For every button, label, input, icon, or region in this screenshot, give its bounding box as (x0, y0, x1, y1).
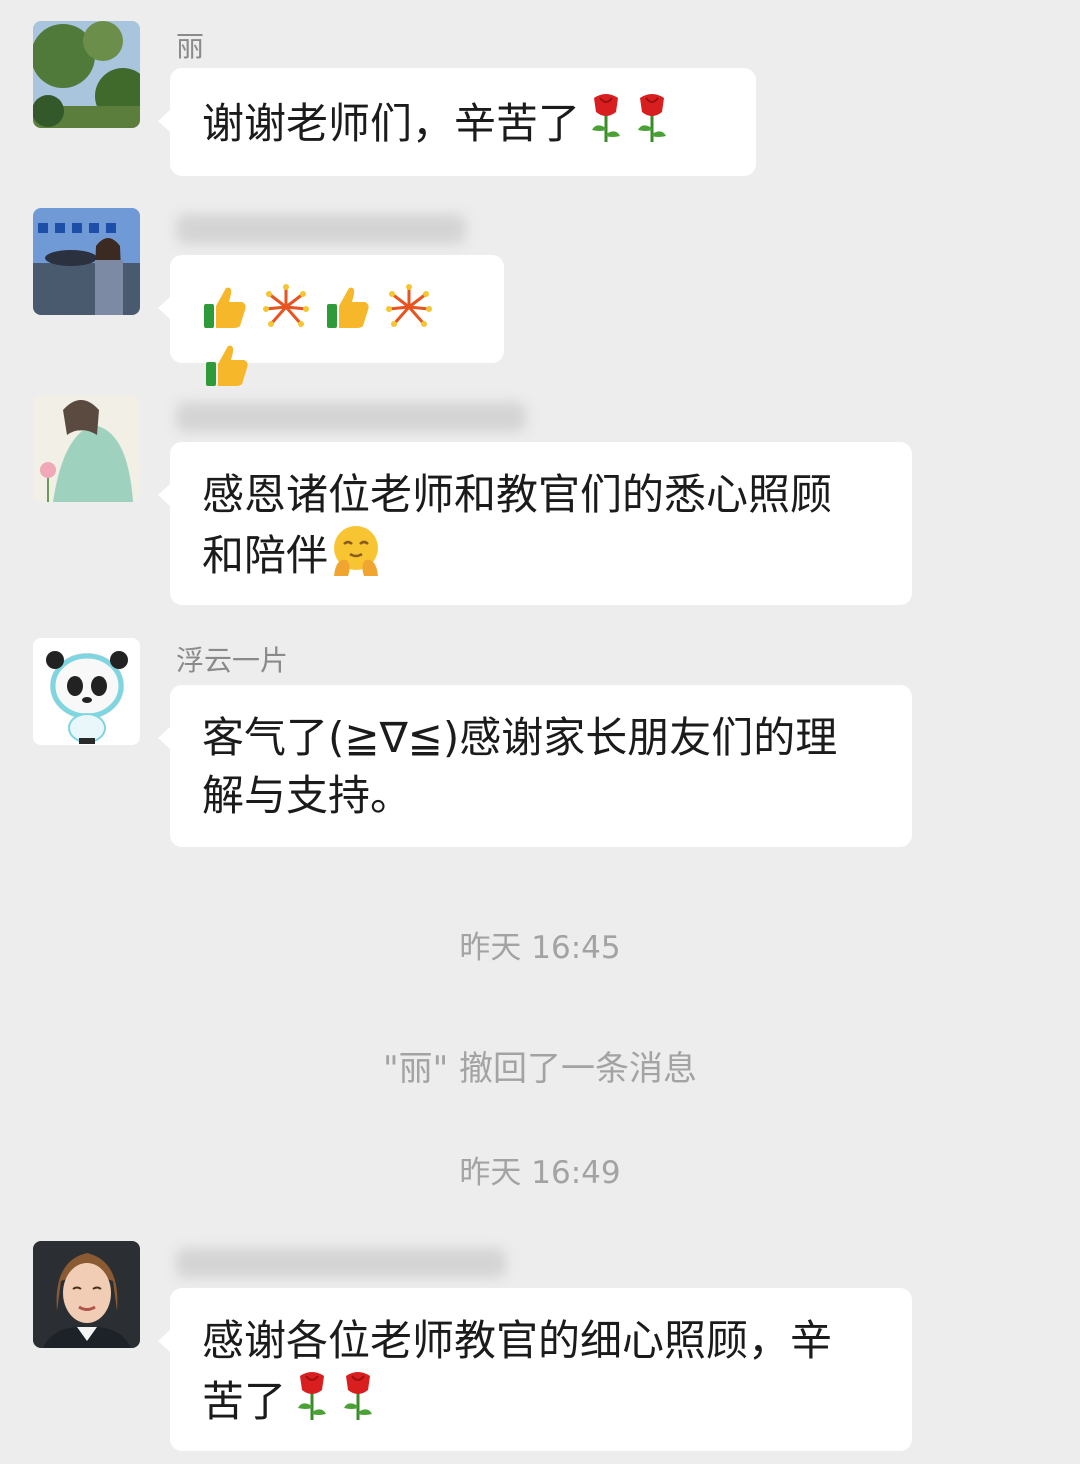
timestamp: 昨天 16:49 (459, 1155, 621, 1191)
message-text: 谢谢老师们，辛苦了 (202, 99, 581, 148)
fireworks-icon (263, 284, 310, 330)
thumbs-up-icon (204, 342, 250, 388)
recall-notice: "丽" 撤回了一条消息 (382, 1049, 698, 1089)
avatar[interactable] (33, 21, 140, 128)
hugging-face-icon (330, 524, 382, 576)
avatar[interactable] (33, 395, 140, 502)
rose-icon (292, 1370, 332, 1422)
message-text-line: 感谢各位老师教官的细心照顾，辛 (202, 1316, 833, 1365)
message-text-line: 和陪伴 (202, 531, 329, 580)
sender-name-blurred (176, 402, 526, 432)
sender-name: 丽 (176, 30, 205, 63)
fireworks-icon (386, 284, 433, 330)
avatar[interactable] (33, 638, 140, 745)
sender-name: 浮云一片 (176, 644, 289, 677)
thumbs-up-icon (325, 284, 371, 330)
message-text-line: 感恩诸位老师和教官们的悉心照顾 (202, 470, 833, 519)
thumbs-up-icon (202, 284, 248, 330)
message-text-line: 客气了(≧∇≦)感谢家长朋友们的理 (202, 713, 838, 762)
timestamp: 昨天 16:45 (459, 930, 621, 966)
message-text-line: 解与支持。 (202, 771, 413, 820)
rose-icon (338, 1370, 378, 1422)
message-bubble[interactable]: 谢谢老师们，辛苦了 (158, 68, 756, 176)
rose-icon (632, 92, 672, 144)
avatar[interactable] (33, 208, 140, 315)
message-bubble[interactable]: 感恩诸位老师和教官们的悉心照顾 和陪伴 (158, 442, 912, 605)
message-text-line: 苦了 (202, 1377, 287, 1426)
rose-icon (586, 92, 626, 144)
avatar[interactable] (33, 1241, 140, 1348)
sender-name-blurred (176, 214, 466, 244)
message-bubble[interactable] (158, 255, 504, 386)
sender-name-blurred (176, 1248, 506, 1278)
message-bubble[interactable]: 客气了(≧∇≦)感谢家长朋友们的理 解与支持。 (158, 685, 912, 847)
message-bubble[interactable]: 感谢各位老师教官的细心照顾，辛 苦了 (158, 1288, 912, 1451)
